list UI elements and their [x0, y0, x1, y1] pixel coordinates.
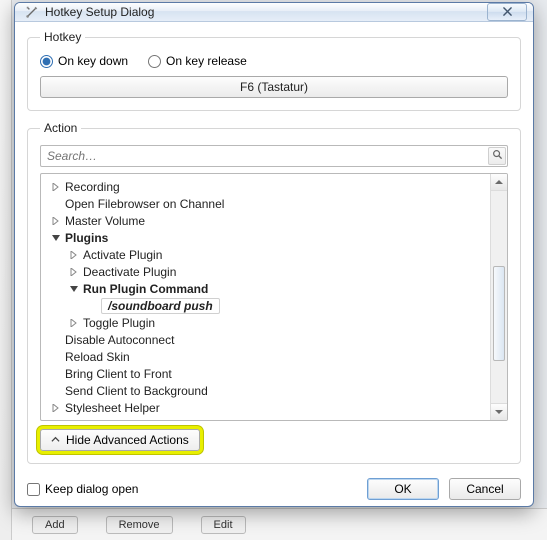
selected-command-label: /soundboard push [101, 298, 220, 314]
tree-item-label: Disable Autoconnect [64, 333, 174, 347]
titlebar[interactable]: Hotkey Setup Dialog [15, 3, 533, 22]
tree-item-disable-autoconnect[interactable]: Disable Autoconnect [43, 331, 488, 348]
hotkey-setup-dialog: Hotkey Setup Dialog Hotkey On key down O… [14, 2, 534, 507]
hotkey-legend: Hotkey [40, 30, 85, 44]
expand-icon [69, 267, 79, 277]
radio-on-key-release[interactable]: On key release [148, 54, 247, 68]
tree-item-open-filebrowser[interactable]: Open Filebrowser on Channel [43, 195, 488, 212]
radio-on-key-release-input[interactable] [148, 55, 161, 68]
close-button[interactable] [487, 3, 527, 21]
tree-scrollbar[interactable] [490, 174, 507, 420]
search-input[interactable] [40, 145, 508, 167]
scrollbar-thumb[interactable] [493, 266, 505, 361]
action-legend: Action [40, 121, 81, 135]
radio-on-key-down[interactable]: On key down [40, 54, 128, 68]
expand-icon [51, 182, 61, 192]
tree-item-label: Activate Plugin [82, 248, 162, 262]
tree-item-run-plugin-command[interactable]: Run Plugin Command [43, 280, 488, 297]
tree-item-selected-command[interactable]: /soundboard push [43, 297, 488, 314]
tree-item-label: Toggle Plugin [82, 316, 155, 330]
radio-on-key-down-input[interactable] [40, 55, 53, 68]
chevron-up-icon [51, 433, 60, 447]
search-button[interactable] [488, 147, 506, 165]
close-icon [503, 5, 512, 19]
tree-item-label: Bring Client to Front [64, 367, 172, 381]
tree-item-send-background[interactable]: Send Client to Background [43, 382, 488, 399]
tree-item-label: Open Filebrowser on Channel [64, 197, 224, 211]
expand-icon [51, 403, 61, 413]
action-tree: Recording Open Filebrowser on Channel Ma… [40, 173, 508, 421]
keep-dialog-open-label: Keep dialog open [45, 482, 138, 496]
tree-item-label: Send Client to Background [64, 384, 208, 398]
keep-dialog-open[interactable]: Keep dialog open [27, 482, 357, 496]
chevron-up-icon [495, 175, 503, 189]
expand-icon [51, 216, 61, 226]
tree-item-master-volume[interactable]: Master Volume [43, 212, 488, 229]
hotkey-capture-button[interactable]: F6 (Tastatur) [40, 76, 508, 98]
tree-item-deactivate-plugin[interactable]: Deactivate Plugin [43, 263, 488, 280]
cancel-button[interactable]: Cancel [449, 478, 521, 500]
parent-window-edge [0, 0, 12, 540]
tree-item-label: Deactivate Plugin [82, 265, 176, 279]
tree-item-label: Reload Skin [64, 350, 130, 364]
tree-item-reload-skin[interactable]: Reload Skin [43, 348, 488, 365]
scroll-down-button[interactable] [491, 403, 507, 420]
radio-on-key-down-label: On key down [58, 54, 128, 68]
keep-dialog-open-checkbox[interactable] [27, 483, 40, 496]
hotkey-group: Hotkey On key down On key release F6 (Ta… [27, 30, 521, 111]
parent-remove-button[interactable]: Remove [106, 516, 173, 534]
parent-add-button[interactable]: Add [32, 516, 78, 534]
hide-advanced-label: Hide Advanced Actions [66, 433, 189, 447]
tree-item-recording[interactable]: Recording [43, 178, 488, 195]
collapse-icon [69, 284, 79, 294]
tree-item-toggle-plugin[interactable]: Toggle Plugin [43, 314, 488, 331]
scroll-up-button[interactable] [491, 174, 507, 191]
collapse-icon [51, 233, 61, 243]
tree-item-label: Plugins [64, 231, 108, 245]
hide-advanced-actions-button[interactable]: Hide Advanced Actions [40, 429, 200, 451]
window-title: Hotkey Setup Dialog [45, 5, 154, 19]
scrollbar-track[interactable] [491, 191, 507, 403]
tree-item-stylesheet-helper[interactable]: Stylesheet Helper [43, 399, 488, 416]
action-group: Action Recording [27, 121, 521, 464]
search-icon [492, 149, 503, 163]
tree-item-label: Run Plugin Command [82, 282, 208, 296]
tree-item-label: Recording [64, 180, 120, 194]
tree-item-label: Stylesheet Helper [64, 401, 160, 415]
chevron-down-icon [495, 405, 503, 419]
app-icon [25, 5, 39, 19]
radio-on-key-release-label: On key release [166, 54, 247, 68]
tree-item-activate-plugin[interactable]: Activate Plugin [43, 246, 488, 263]
expand-icon [69, 250, 79, 260]
expand-icon [69, 318, 79, 328]
parent-toolbar: Add Remove Edit [12, 508, 547, 540]
parent-edit-button[interactable]: Edit [201, 516, 246, 534]
tree-item-bring-front[interactable]: Bring Client to Front [43, 365, 488, 382]
tree-item-label: Master Volume [64, 214, 145, 228]
ok-button[interactable]: OK [367, 478, 439, 500]
tree-item-plugins[interactable]: Plugins [43, 229, 488, 246]
